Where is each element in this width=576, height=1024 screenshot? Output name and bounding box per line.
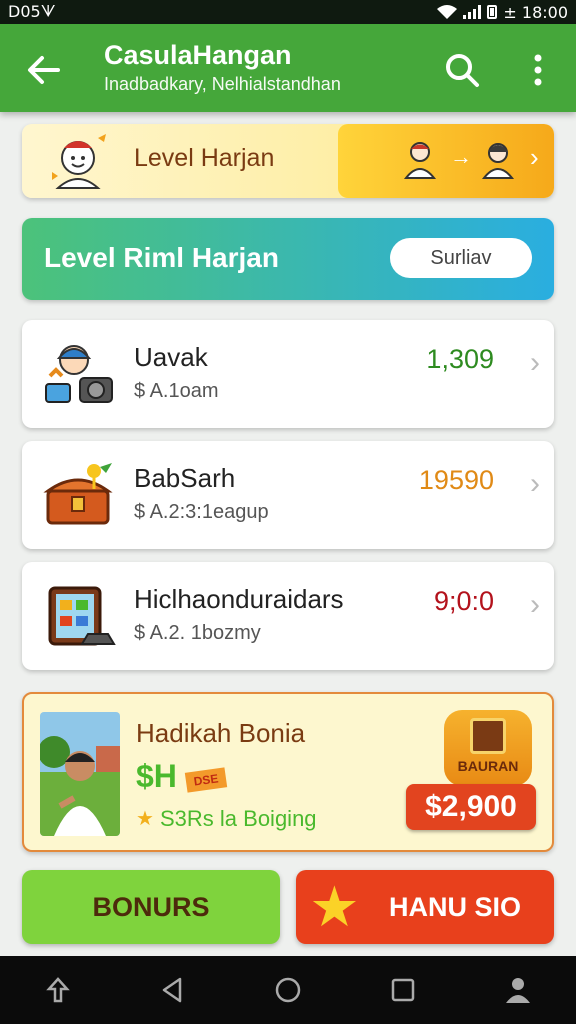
nav-gesture-icon[interactable] [34, 966, 82, 1014]
back-nav-icon[interactable] [149, 966, 197, 1014]
item-name: BabSarh [134, 463, 236, 493]
chevron-right-icon: › [530, 588, 540, 621]
status-bar: D05ᗐ ± 18:00 [0, 0, 576, 24]
battery-icon [487, 5, 498, 19]
boy-photo [40, 712, 120, 836]
item-value: 1,309 [426, 344, 494, 374]
app-subtitle: Inadbadkary, Nelhialstandhan [104, 74, 341, 94]
recents-nav-icon[interactable] [379, 966, 427, 1014]
badge-label: BAURAN [457, 758, 519, 774]
level-summary-banner: Level Riml Harjan Surliav [22, 218, 554, 300]
bonus-price[interactable]: $2,900 [406, 784, 536, 830]
item-value: 9;0:0 [433, 586, 494, 616]
status-time: ± 18:00 [503, 2, 568, 22]
level-banner-label: Level Harjan [134, 144, 275, 172]
item-subtitle: $ A.2. 1bozmy [134, 622, 261, 644]
trophy-icon [470, 718, 506, 754]
status-icons: ± 18:00 [437, 3, 568, 22]
home-nav-icon[interactable] [264, 966, 312, 1014]
chevron-right-icon: › [530, 142, 539, 172]
level-banner[interactable]: Level Harjan → › [22, 124, 554, 198]
search-icon[interactable] [440, 48, 484, 92]
more-vert-icon[interactable] [520, 48, 556, 92]
worker-camera-icon [42, 336, 118, 412]
chevron-right-icon: › [530, 467, 540, 500]
mascot-icon [48, 132, 112, 190]
item-name: Hiclhaonduraidars [134, 584, 344, 614]
bonus-button[interactable]: BONURS [22, 870, 280, 944]
list-item[interactable]: Uavak $ A.1oam 1,309 › [22, 320, 554, 428]
wifi-icon [437, 5, 458, 19]
bonus-title: Hadikah Bonia [136, 718, 306, 748]
list-item[interactable]: Hiclhaonduraidars $ A.2. 1bozmy 9;0:0 › [22, 562, 554, 670]
bonus-card[interactable]: Hadikah Bonia $H DSE ★ S3Rs la Boiging B… [22, 692, 554, 852]
player-icon [402, 140, 438, 180]
system-nav-bar [0, 956, 576, 1024]
signal-icon [463, 5, 482, 19]
hanu-button-label: HANU SIO [388, 891, 521, 922]
chevron-right-icon: › [530, 346, 540, 379]
star-icon: ★ [136, 808, 154, 830]
item-value: 19590 [418, 465, 494, 495]
bonus-description: S3Rs la Boiging [160, 806, 317, 831]
trophy-badge: BAURAN [444, 710, 532, 786]
star-icon: ★ [312, 879, 357, 935]
bonus-tag: DSE [184, 767, 228, 793]
tablet-icon [42, 578, 118, 654]
app-title: CasulaHangan [104, 40, 292, 70]
level-progress-panel [338, 124, 554, 198]
level-summary-label: Level Riml Harjan [44, 242, 279, 273]
next-level-player-icon [480, 140, 516, 180]
list-item[interactable]: BabSarh $ A.2:3:1eagup 19590 › [22, 441, 554, 549]
accessibility-nav-icon[interactable] [494, 966, 542, 1014]
item-subtitle: $ A.1oam [134, 380, 219, 402]
back-arrow-icon[interactable] [22, 48, 66, 92]
treasure-chest-icon [42, 457, 118, 533]
hanu-button[interactable]: ★ HANU SIO [296, 870, 554, 944]
status-left-text: D05ᗐ [8, 2, 56, 21]
bonus-amount: $H [136, 758, 177, 794]
app-bar: CasulaHangan Inadbadkary, Nelhialstandha… [0, 24, 576, 112]
level-arrow: → [450, 144, 472, 169]
level-summary-button[interactable]: Surliav [390, 238, 532, 278]
item-name: Uavak [134, 342, 208, 372]
item-subtitle: $ A.2:3:1eagup [134, 501, 269, 523]
